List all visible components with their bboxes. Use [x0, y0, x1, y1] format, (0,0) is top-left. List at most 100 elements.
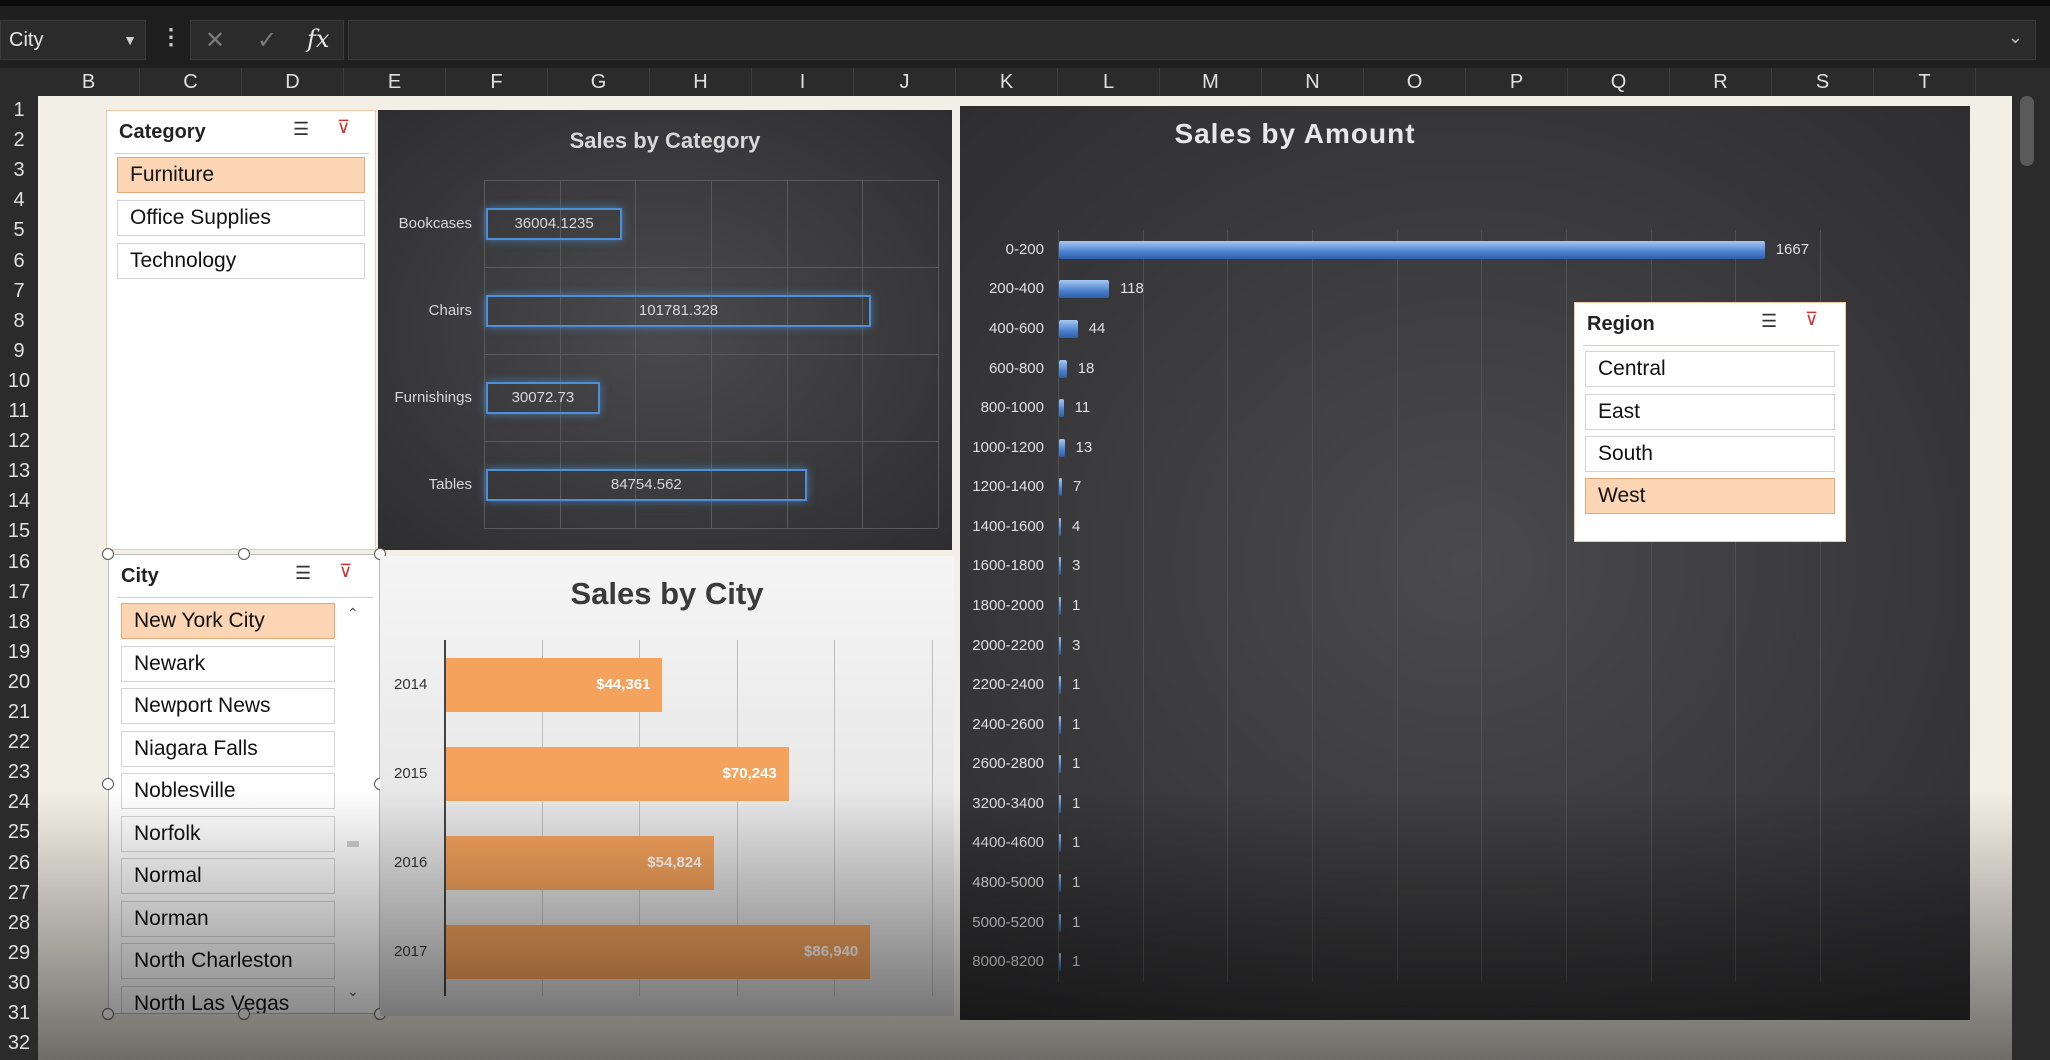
enter-icon[interactable]: ✓ [257, 26, 277, 55]
data-bar[interactable]: $44,361 [446, 657, 663, 712]
slicer-item-south[interactable]: South [1585, 436, 1835, 472]
column-header-n[interactable]: N [1262, 68, 1364, 96]
row-header-27[interactable]: 27 [0, 881, 38, 906]
data-bar[interactable] [1059, 913, 1061, 932]
column-header-l[interactable]: L [1058, 68, 1160, 96]
expand-formula-bar-icon[interactable]: ⌄ [2008, 27, 2023, 48]
resize-handle[interactable] [238, 548, 250, 560]
data-bar[interactable]: $54,824 [446, 835, 714, 890]
column-header-o[interactable]: O [1364, 68, 1466, 96]
row-header-8[interactable]: 8 [0, 309, 38, 334]
sales-by-city-chart[interactable]: Sales by City 2014 $44,361 2015 $70,243 2016… [380, 556, 954, 1016]
column-header-t[interactable]: T [1874, 68, 1976, 96]
data-bar[interactable] [1059, 319, 1078, 338]
column-header-p[interactable]: P [1466, 68, 1568, 96]
chevron-down-icon[interactable]: ▼ [123, 21, 137, 59]
slicer-item-furniture[interactable]: Furniture [117, 157, 365, 193]
row-header-17[interactable]: 17 [0, 580, 38, 605]
row-header-31[interactable]: 31 [0, 1001, 38, 1026]
slicer-item[interactable]: North Charleston [121, 943, 335, 979]
data-bar[interactable] [1059, 834, 1061, 853]
row-header-22[interactable]: 22 [0, 730, 38, 755]
slicer-item[interactable]: Norman [121, 900, 335, 937]
more-options-icon[interactable]: ⋮ [160, 24, 182, 50]
data-bar[interactable] [1059, 953, 1061, 972]
scrollbar-thumb[interactable] [2020, 96, 2034, 166]
data-bar[interactable] [1059, 438, 1065, 457]
column-header-e[interactable]: E [344, 68, 446, 96]
slicer-item[interactable]: Noblesville [121, 773, 335, 809]
data-bar[interactable]: $70,243 [446, 746, 789, 801]
column-header-g[interactable]: G [548, 68, 650, 96]
row-header-24[interactable]: 24 [0, 790, 38, 815]
data-bar[interactable] [1059, 636, 1061, 655]
row-header-32[interactable]: 32 [0, 1031, 38, 1056]
column-header-k[interactable]: K [956, 68, 1058, 96]
row-header-5[interactable]: 5 [0, 218, 38, 243]
slicer-item[interactable]: Norfolk [121, 815, 335, 852]
data-bar[interactable] [1059, 399, 1064, 418]
column-header-j[interactable]: J [854, 68, 956, 96]
data-bar[interactable]: 30072.73 [486, 381, 600, 414]
data-bar[interactable] [1059, 794, 1061, 813]
sales-by-amount-chart[interactable]: Sales by Amount 0-200 1667 200-400 118 400-6… [960, 106, 1970, 1020]
row-header-21[interactable]: 21 [0, 700, 38, 725]
row-header-26[interactable]: 26 [0, 851, 38, 876]
name-box[interactable]: City ▼ [0, 20, 146, 60]
column-header-s[interactable]: S [1772, 68, 1874, 96]
data-bar[interactable] [1059, 280, 1109, 299]
row-header-1[interactable]: 1 [0, 98, 38, 123]
resize-handle[interactable] [102, 1008, 114, 1020]
slicer-item[interactable]: North Las Vegas [121, 985, 335, 1013]
column-header-b[interactable]: B [38, 68, 140, 96]
column-header-c[interactable]: C [140, 68, 242, 96]
slicer-item[interactable]: Newport News [121, 688, 335, 724]
slicer-item[interactable]: New York City [121, 603, 335, 639]
row-header-23[interactable]: 23 [0, 760, 38, 785]
data-bar[interactable] [1059, 755, 1061, 774]
insert-function-button[interactable]: fx [307, 25, 329, 53]
row-header-9[interactable]: 9 [0, 339, 38, 364]
data-bar[interactable] [1059, 676, 1061, 695]
scrollbar-thumb[interactable] [347, 841, 359, 847]
slicer-item-technology[interactable]: Technology [117, 243, 365, 279]
region-slicer[interactable]: Region ☰ ⊽ Central East South West [1574, 302, 1846, 542]
data-bar[interactable]: 101781.328 [486, 294, 872, 327]
row-header-13[interactable]: 13 [0, 459, 38, 484]
city-slicer[interactable]: City ☰ ⊽ New York City Newark Newport News… [108, 554, 380, 1014]
resize-handle[interactable] [102, 778, 114, 790]
row-header-29[interactable]: 29 [0, 941, 38, 966]
column-header-f[interactable]: F [446, 68, 548, 96]
data-bar[interactable] [1059, 517, 1061, 536]
row-header-4[interactable]: 4 [0, 188, 38, 213]
row-header-20[interactable]: 20 [0, 670, 38, 695]
slicer-scrollbar[interactable]: ⌃ ⌄ [345, 605, 361, 1005]
category-slicer[interactable]: Category ☰ ⊽ Furniture Office Supplies T… [106, 110, 376, 550]
formula-input[interactable]: ⌄ [348, 20, 2036, 60]
sales-by-category-chart[interactable]: Sales by Category Bookcases 36004.1235 Cha… [378, 110, 952, 550]
column-header-q[interactable]: Q [1568, 68, 1670, 96]
row-header-10[interactable]: 10 [0, 369, 38, 394]
row-header-28[interactable]: 28 [0, 911, 38, 936]
scroll-up-icon[interactable]: ⌃ [347, 605, 359, 622]
row-header-11[interactable]: 11 [0, 399, 38, 424]
data-bar[interactable] [1059, 715, 1061, 734]
row-header-14[interactable]: 14 [0, 489, 38, 514]
slicer-item-office-supplies[interactable]: Office Supplies [117, 200, 365, 236]
multi-select-icon[interactable]: ☰ [293, 119, 309, 140]
scroll-down-icon[interactable]: ⌄ [347, 983, 359, 1000]
slicer-item[interactable]: Normal [121, 858, 335, 894]
resize-handle[interactable] [102, 548, 114, 560]
cancel-icon[interactable]: ✕ [205, 26, 225, 55]
data-bar[interactable]: 84754.562 [486, 468, 807, 501]
column-header-h[interactable]: H [650, 68, 752, 96]
column-header-m[interactable]: M [1160, 68, 1262, 96]
row-header-12[interactable]: 12 [0, 429, 38, 454]
data-bar[interactable]: 36004.1235 [486, 207, 623, 240]
column-header-d[interactable]: D [242, 68, 344, 96]
row-header-30[interactable]: 30 [0, 971, 38, 996]
slicer-item[interactable]: Niagara Falls [121, 730, 335, 767]
row-header-7[interactable]: 7 [0, 279, 38, 304]
row-header-3[interactable]: 3 [0, 158, 38, 183]
row-header-16[interactable]: 16 [0, 550, 38, 575]
